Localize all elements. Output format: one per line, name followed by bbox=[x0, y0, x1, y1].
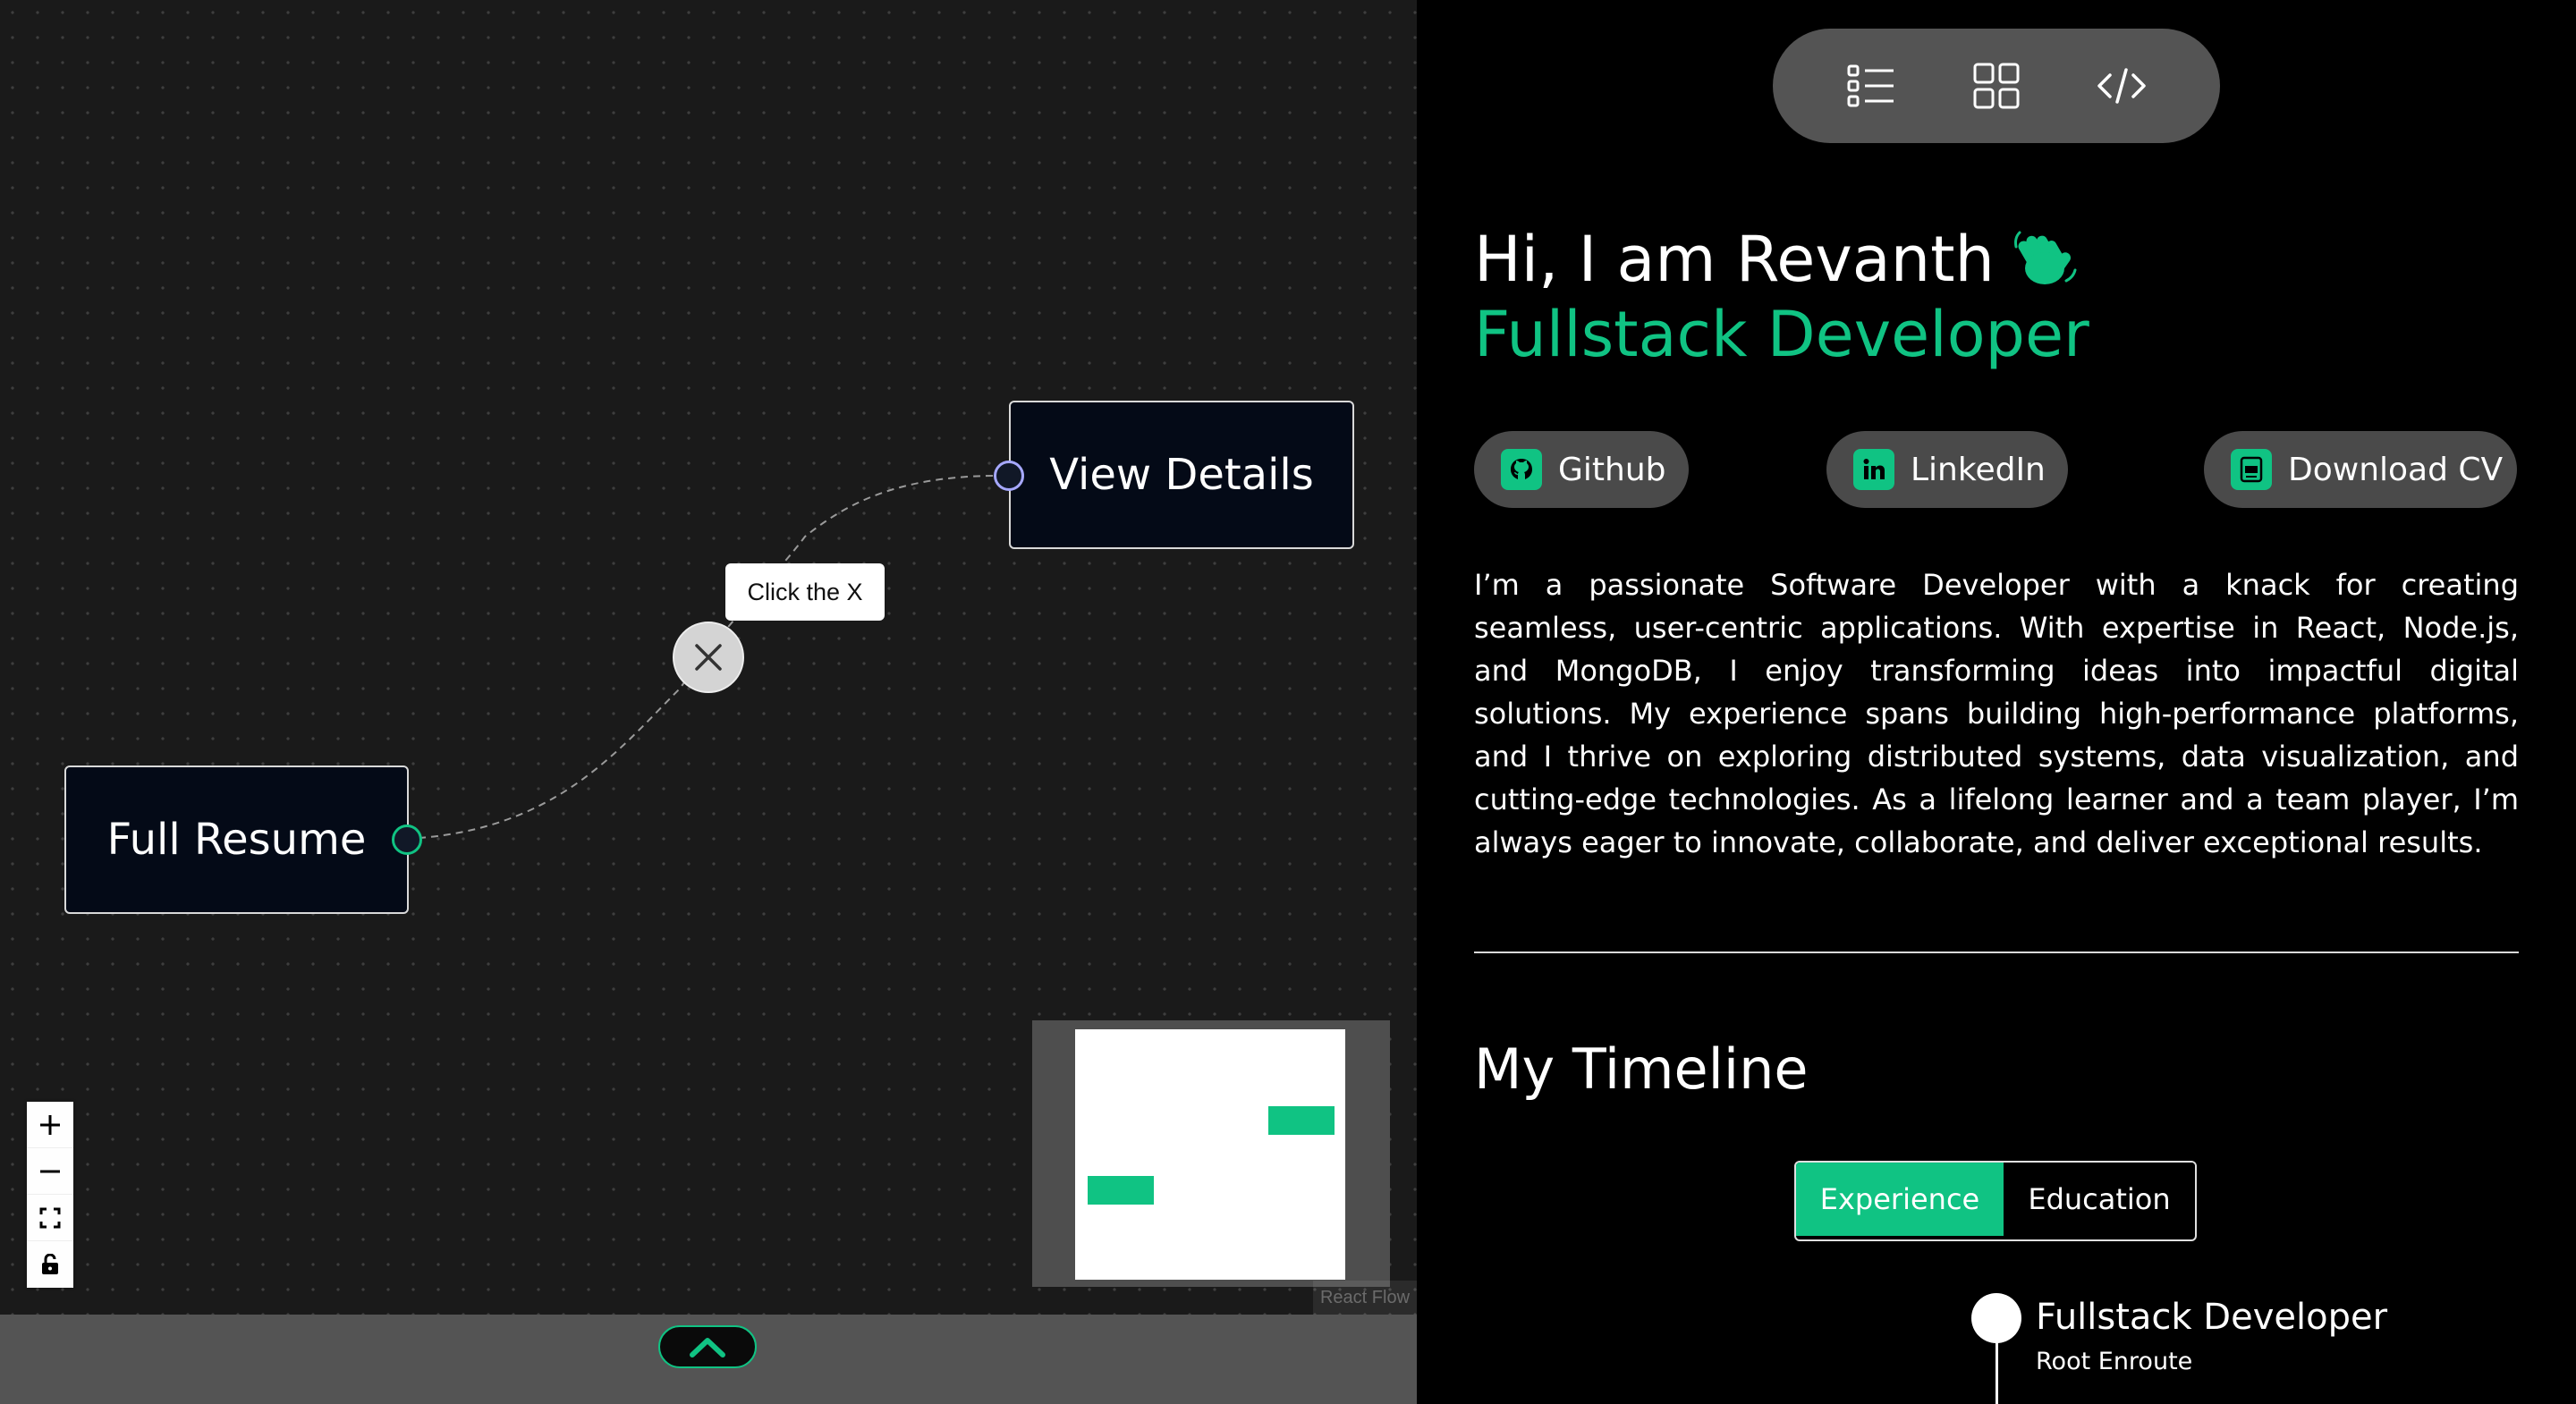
zoom-in-button[interactable] bbox=[27, 1102, 73, 1148]
lock-icon bbox=[42, 1254, 58, 1274]
about-paragraph: I’m a passionate Software Developer with… bbox=[1474, 568, 2519, 859]
profile-panel: Hi, I am Revanth Fullstack Developer Git… bbox=[1417, 0, 2576, 1404]
timeline-entry-company: Root Enroute bbox=[2036, 1348, 2193, 1375]
linkedin-button[interactable]: LinkedIn bbox=[1826, 431, 2068, 508]
view-details-node[interactable]: View Details bbox=[1009, 401, 1354, 549]
hero-role: Fullstack Developer bbox=[1474, 298, 2089, 371]
react-flow-attribution[interactable]: React Flow bbox=[1313, 1281, 1417, 1315]
zoom-out-icon bbox=[40, 1170, 60, 1172]
fit-view-button[interactable] bbox=[27, 1195, 73, 1241]
close-icon bbox=[695, 644, 722, 671]
linkedin-label: LinkedIn bbox=[1911, 451, 2046, 488]
full-resume-node[interactable]: Full Resume bbox=[64, 765, 409, 914]
grid-view-button[interactable] bbox=[1965, 55, 2028, 117]
zoom-in-icon bbox=[40, 1114, 60, 1135]
hero-greeting: Hi, I am Revanth bbox=[1474, 222, 2079, 297]
timeline-title: My Timeline bbox=[1474, 1036, 1809, 1102]
tab-experience[interactable]: Experience bbox=[1796, 1163, 2004, 1236]
view-details-node-label: View Details bbox=[1049, 450, 1314, 500]
lock-button[interactable] bbox=[27, 1241, 73, 1288]
attribution-text: React Flow bbox=[1319, 1287, 1411, 1307]
pdf-file-icon bbox=[2231, 449, 2272, 490]
view-switcher bbox=[1773, 29, 2220, 143]
timeline-line bbox=[1996, 1341, 1998, 1404]
zoom-out-button[interactable] bbox=[27, 1148, 73, 1195]
linkedin-icon bbox=[1853, 449, 1894, 490]
delete-edge-button[interactable] bbox=[673, 622, 744, 693]
timeline-dot bbox=[1971, 1293, 2021, 1343]
tab-experience-label: Experience bbox=[1819, 1182, 1980, 1216]
timeline-tabs: Experience Education bbox=[1794, 1161, 2197, 1241]
github-label: Github bbox=[1558, 451, 1666, 488]
flow-canvas[interactable]: Full Resume View Details Click the X Rea… bbox=[0, 0, 1417, 1315]
waving-hand-icon bbox=[2013, 231, 2077, 284]
edge-tooltip: Click the X bbox=[725, 563, 885, 621]
github-button[interactable]: Github bbox=[1474, 431, 1689, 508]
bottom-drawer bbox=[0, 1315, 1417, 1404]
code-view-icon bbox=[2097, 68, 2146, 104]
minimap-viewport bbox=[1075, 1029, 1345, 1280]
minimap-node-full-resume bbox=[1088, 1176, 1154, 1205]
fit-view-icon bbox=[39, 1207, 61, 1228]
list-view-button[interactable] bbox=[1840, 55, 1902, 117]
tab-education-label: Education bbox=[2028, 1182, 2171, 1216]
download-cv-label: Download CV bbox=[2288, 451, 2504, 488]
chevron-up-icon bbox=[690, 1338, 725, 1357]
view-details-target-handle[interactable] bbox=[994, 461, 1024, 491]
flow-controls bbox=[27, 1102, 73, 1288]
section-divider bbox=[1474, 952, 2519, 953]
edge-tooltip-text: Click the X bbox=[747, 578, 863, 605]
github-icon bbox=[1501, 449, 1542, 490]
minimap-node-view-details bbox=[1268, 1106, 1335, 1135]
timeline-entry-title: Fullstack Developer bbox=[2036, 1297, 2388, 1338]
list-view-icon bbox=[1847, 64, 1894, 107]
download-cv-button[interactable]: Download CV bbox=[2204, 431, 2517, 508]
minimap[interactable] bbox=[1032, 1020, 1390, 1287]
tab-education[interactable]: Education bbox=[2004, 1163, 2195, 1236]
grid-view-icon bbox=[1973, 63, 2020, 109]
greeting-text: Hi, I am Revanth bbox=[1474, 223, 1995, 296]
drawer-toggle-button[interactable] bbox=[658, 1325, 757, 1368]
full-resume-node-label: Full Resume bbox=[106, 815, 367, 865]
code-view-button[interactable] bbox=[2090, 55, 2153, 117]
full-resume-source-handle[interactable] bbox=[392, 825, 422, 855]
